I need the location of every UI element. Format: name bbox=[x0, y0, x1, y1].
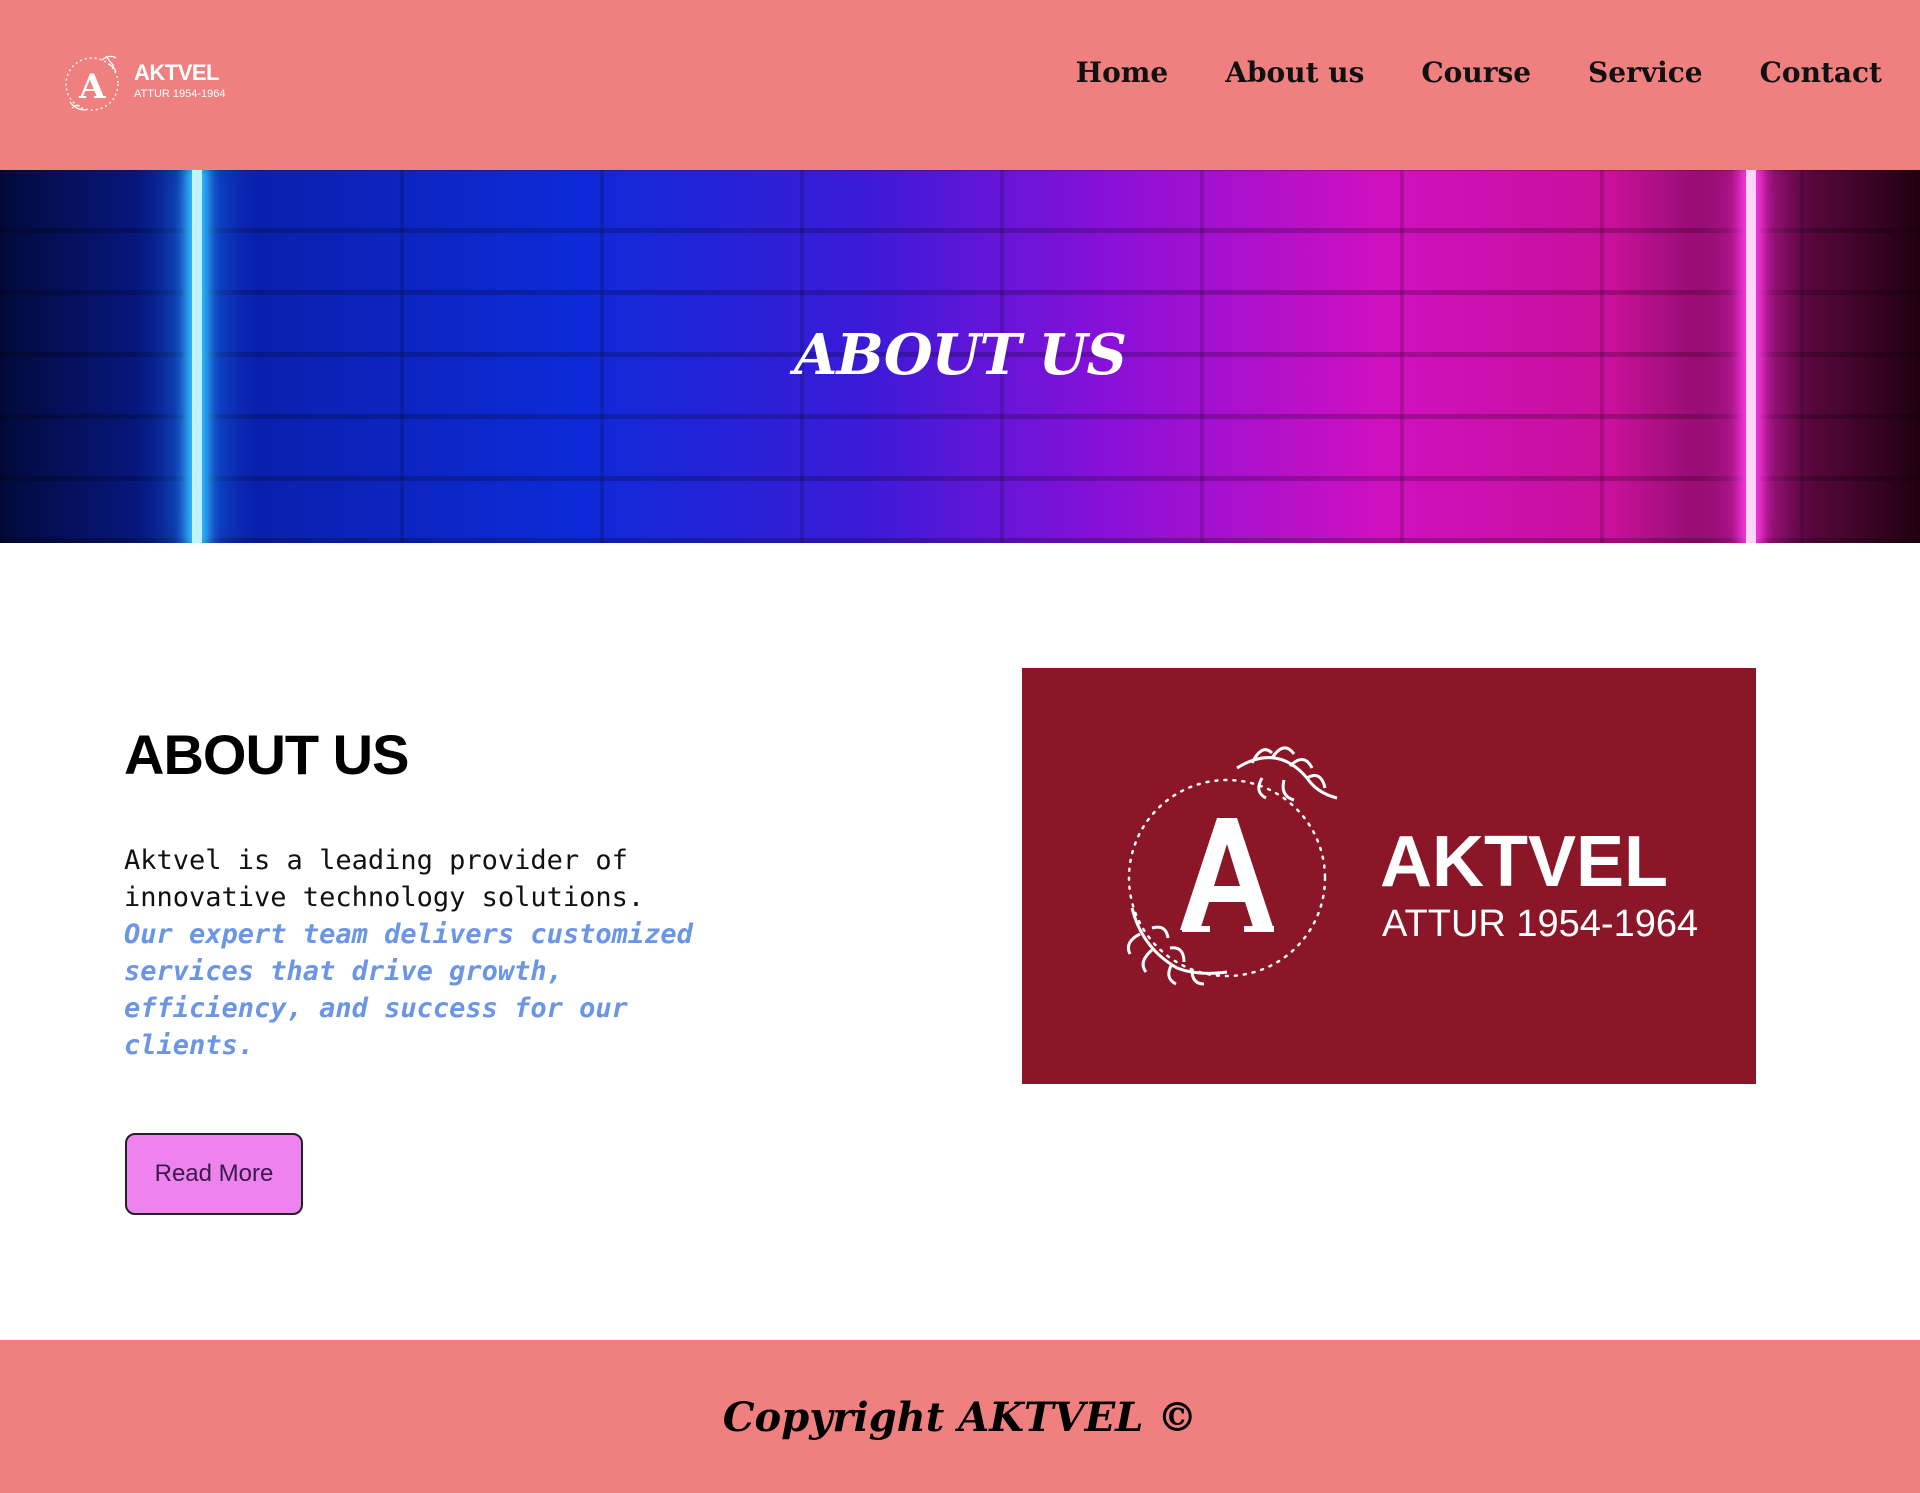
hero-title: ABOUT US bbox=[794, 322, 1127, 388]
nav-item-service[interactable]: Service bbox=[1588, 56, 1703, 89]
aktvel-logo-image: AKTVEL ATTUR 1954-1964 bbox=[1022, 668, 1756, 1084]
about-description: Aktvel is a leading provider of innovati… bbox=[124, 842, 704, 1064]
main-nav: Home About us Course Service Contact bbox=[1076, 56, 1882, 89]
about-heading: ABOUT US bbox=[124, 723, 409, 786]
nav-item-about-us[interactable]: About us bbox=[1225, 56, 1364, 89]
read-more-button[interactable]: Read More bbox=[125, 1133, 303, 1215]
about-text-highlight: Our expert team delivers customized serv… bbox=[124, 919, 693, 1061]
brand-tagline: ATTUR 1954-1964 bbox=[134, 88, 226, 100]
about-text-plain: Aktvel is a leading provider of innovati… bbox=[124, 845, 645, 913]
image-brand-name: AKTVEL bbox=[1380, 822, 1668, 902]
site-header: A AKTVEL ATTUR 1954-1964 Home About us C… bbox=[0, 0, 1920, 170]
logo-emblem-icon: A bbox=[65, 55, 119, 111]
nav-item-course[interactable]: Course bbox=[1421, 56, 1531, 89]
svg-text:A: A bbox=[78, 67, 106, 107]
brand-logo[interactable]: A AKTVEL ATTUR 1954-1964 bbox=[62, 46, 226, 118]
brand-name: AKTVEL bbox=[134, 60, 220, 85]
hero-banner: ABOUT US bbox=[0, 170, 1920, 543]
copyright-text: Copyright AKTVEL © bbox=[722, 1394, 1198, 1441]
site-footer: Copyright AKTVEL © bbox=[0, 1340, 1920, 1493]
image-brand-tagline: ATTUR 1954-1964 bbox=[1382, 903, 1698, 945]
aktvel-emblem-icon: AKTVEL ATTUR 1954-1964 bbox=[1126, 746, 1698, 986]
nav-item-home[interactable]: Home bbox=[1076, 56, 1169, 89]
nav-item-contact[interactable]: Contact bbox=[1760, 56, 1882, 89]
